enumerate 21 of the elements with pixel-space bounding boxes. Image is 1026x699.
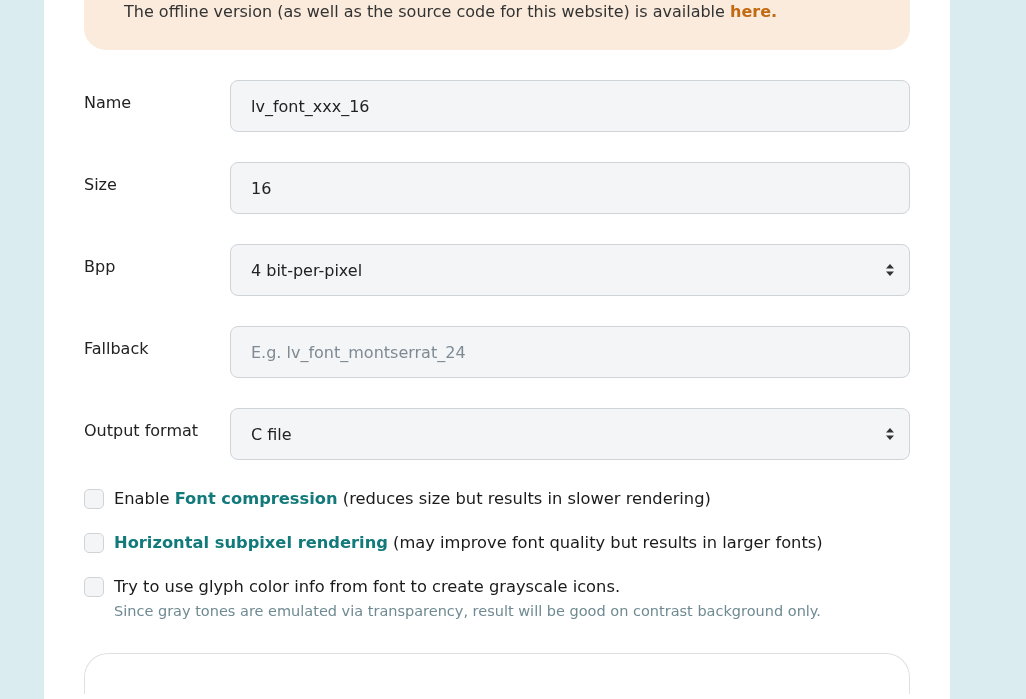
checkbox[interactable] [84, 489, 104, 509]
field-label: Fallback [84, 338, 150, 358]
option-label: Enable Font compression (reduces size but results in slower rendering) [114, 488, 711, 510]
field-label: Bpp [84, 256, 117, 276]
input-field[interactable]: 16 [230, 162, 910, 214]
option-label: Try to use glyph color info from font to create grayscale icons. [114, 576, 621, 598]
dropdown-arrows-icon [885, 263, 895, 277]
option-label: Horizontal subpixel rendering (may improve font quality but results in larger fonts) [114, 532, 823, 554]
field-label: Output format [84, 420, 200, 440]
dropdown-arrows-icon [885, 427, 895, 441]
checkbox[interactable] [84, 577, 104, 597]
select-field[interactable]: 4 bit-per-pixel [230, 244, 910, 296]
option-link[interactable]: Font compression [174, 489, 338, 508]
field-label: Name [84, 92, 133, 112]
hint-text: Since gray tones are emulated via transparency, result will be good on contrast background only. [114, 603, 822, 619]
field-label: Size [84, 174, 118, 194]
checkbox[interactable] [84, 533, 104, 553]
option-link[interactable]: Horizontal subpixel rendering [114, 533, 388, 552]
select-field[interactable]: C file [230, 408, 910, 460]
notice-text: The offline version (as well as the source code for this website) is available here. [124, 1, 779, 21]
input-field[interactable]: lv_font_xxx_16 [230, 80, 910, 132]
